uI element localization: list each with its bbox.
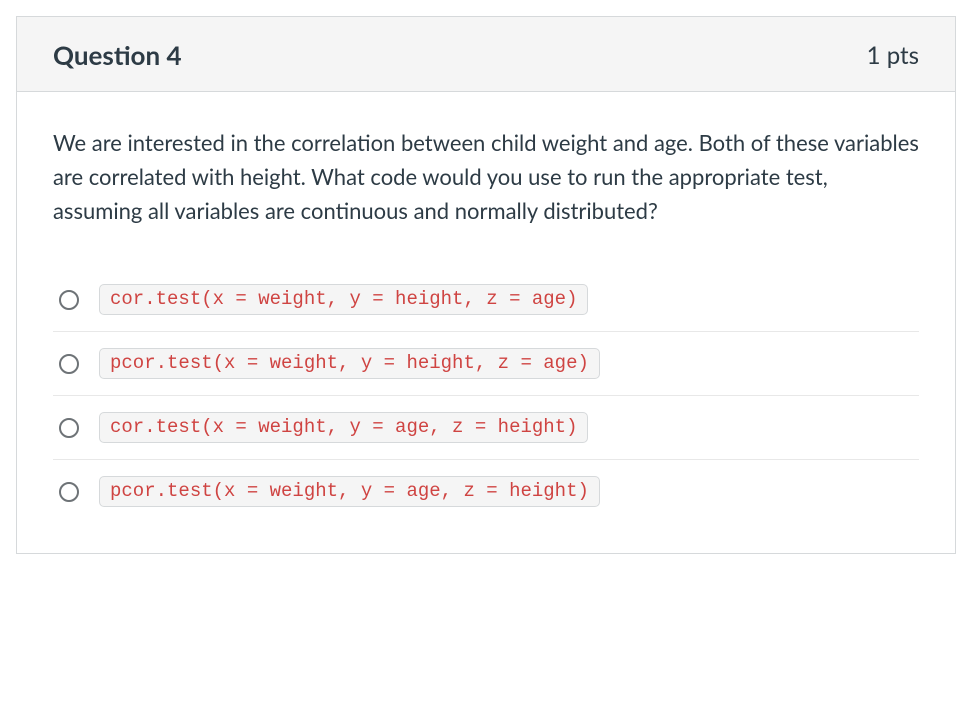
answer-code: pcor.test(x = weight, y = age, z = heigh… [99, 476, 600, 507]
question-prompt: We are interested in the correlation bet… [53, 126, 919, 228]
radio-icon[interactable] [59, 290, 79, 310]
radio-icon[interactable] [59, 482, 79, 502]
answer-code: pcor.test(x = weight, y = height, z = ag… [99, 348, 600, 379]
question-header: Question 4 1 pts [17, 17, 955, 92]
answer-option[interactable]: pcor.test(x = weight, y = height, z = ag… [53, 331, 919, 395]
radio-icon[interactable] [59, 354, 79, 374]
answer-list: cor.test(x = weight, y = height, z = age… [53, 268, 919, 523]
answer-option[interactable]: cor.test(x = weight, y = age, z = height… [53, 395, 919, 459]
question-body: We are interested in the correlation bet… [17, 92, 955, 553]
radio-icon[interactable] [59, 418, 79, 438]
question-title: Question 4 [53, 39, 182, 71]
answer-option[interactable]: cor.test(x = weight, y = height, z = age… [53, 268, 919, 331]
answer-option[interactable]: pcor.test(x = weight, y = age, z = heigh… [53, 459, 919, 523]
question-points: 1 pts [867, 41, 919, 70]
answer-code: cor.test(x = weight, y = height, z = age… [99, 284, 588, 315]
question-card: Question 4 1 pts We are interested in th… [16, 16, 956, 554]
answer-code: cor.test(x = weight, y = age, z = height… [99, 412, 588, 443]
